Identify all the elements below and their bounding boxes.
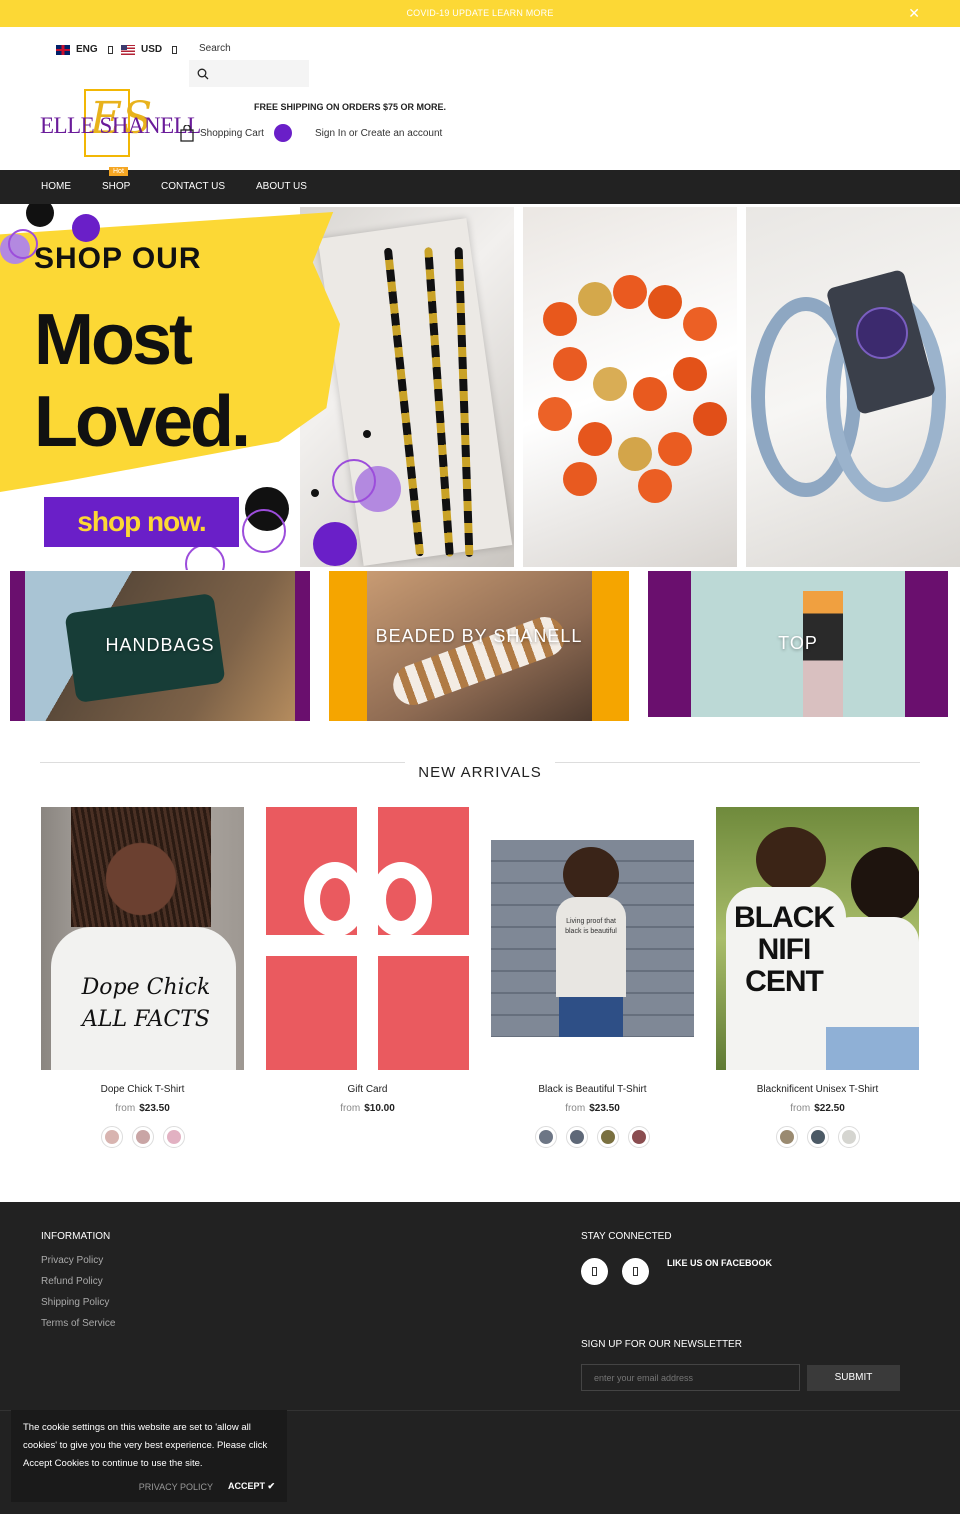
shirt-print-text: Dope Chick ALL FACTS xyxy=(81,975,211,1032)
currency-label: USD xyxy=(141,44,163,55)
product-card: BLACK NIFI CENT Blacknificent Unisex T-S… xyxy=(716,807,919,1148)
shirt-print-text: BLACK NIFI CENT xyxy=(734,901,835,998)
swatch[interactable] xyxy=(566,1126,588,1148)
facebook-icon[interactable] xyxy=(581,1258,608,1285)
product-price: from $10.00 xyxy=(340,1103,395,1114)
promo-heading-line-most: Most xyxy=(34,300,193,380)
promo-panel: SHOP OUR Most Loved. shop now. xyxy=(0,204,371,570)
site-logo[interactable]: ES ELLE SHANELL xyxy=(40,87,201,162)
swatch[interactable] xyxy=(162,1126,185,1148)
shopping-bag-icon xyxy=(180,124,194,142)
product-image-dope-chick[interactable]: Dope Chick ALL FACTS xyxy=(41,807,244,1070)
main-nav: HOME SHOP Hot CONTACT US ABOUT US xyxy=(0,167,960,204)
refund-policy-link[interactable]: Refund Policy xyxy=(41,1276,103,1287)
product-image-gift-card[interactable] xyxy=(266,807,469,1070)
free-shipping-notice: FREE SHIPPING ON ORDERS $75 OR MORE. xyxy=(254,102,447,112)
product-price: from $23.50 xyxy=(115,1103,170,1114)
search-icon[interactable] xyxy=(197,68,209,80)
category-label: HANDBAGS xyxy=(105,635,215,655)
facebook-like-text[interactable]: LIKE US ON FACEBOOK xyxy=(667,1258,772,1268)
information-heading: INFORMATION xyxy=(41,1231,111,1242)
shop-now-button[interactable]: shop now. xyxy=(44,497,239,547)
swatch[interactable] xyxy=(535,1126,557,1148)
dropdown-icon xyxy=(107,45,113,54)
cart-label: Shopping Cart xyxy=(200,127,264,139)
nav-shop[interactable]: SHOP xyxy=(102,181,130,192)
account-link[interactable]: Sign In or Create an account xyxy=(315,128,442,139)
stay-connected-heading: STAY CONNECTED xyxy=(581,1231,672,1242)
new-arrivals-heading: NEW ARRIVALS xyxy=(40,762,920,782)
category-label: TOP xyxy=(778,633,818,653)
search-box[interactable] xyxy=(189,60,309,87)
us-flag-icon xyxy=(121,44,135,55)
nav-home[interactable]: HOME xyxy=(41,181,71,192)
category-label: BEADED BY SHANELL xyxy=(375,626,583,646)
hero-banner[interactable]: SHOP OUR Most Loved. shop now. xyxy=(0,204,960,570)
promo-heading-small: SHOP OUR xyxy=(34,242,202,275)
announcement-text[interactable]: COVID-19 UPDATE LEARN MORE xyxy=(0,8,960,18)
product-image-blacknificent[interactable]: BLACK NIFI CENT xyxy=(716,807,919,1070)
product-name[interactable]: Dope Chick T-Shirt xyxy=(41,1084,244,1095)
swatch[interactable] xyxy=(806,1126,829,1148)
newsletter-heading: SIGN UP FOR OUR NEWSLETTER xyxy=(581,1339,742,1350)
cookie-message: The cookie settings on this website are … xyxy=(23,1422,268,1469)
dropdown-icon xyxy=(172,45,178,54)
product-price: from $23.50 xyxy=(565,1103,620,1114)
swatch[interactable] xyxy=(837,1126,860,1148)
product-image-black-beautiful[interactable]: Living proof that black is beautiful xyxy=(491,807,694,1070)
newsletter-submit-button[interactable]: SUBMIT xyxy=(807,1365,900,1391)
category-tiles: HANDBAGS BEADED BY SHANELL TOP xyxy=(0,571,960,721)
swatch[interactable] xyxy=(775,1126,798,1148)
hero-photo-orange-bracelet xyxy=(523,207,737,567)
promo-heading-large: Most Loved. xyxy=(34,299,251,463)
shirt-print-text: Living proof that black is beautiful xyxy=(565,918,617,935)
swatch[interactable] xyxy=(131,1126,154,1148)
category-beaded[interactable]: BEADED BY SHANELL xyxy=(329,571,629,721)
cart-count-badge xyxy=(273,124,292,142)
cookie-accept-button[interactable]: ACCEPT ✔ xyxy=(228,1481,275,1492)
nav-about[interactable]: ABOUT US xyxy=(256,181,307,192)
uk-flag-icon xyxy=(56,44,70,55)
color-swatches xyxy=(491,1126,694,1148)
product-price: from $22.50 xyxy=(790,1103,845,1114)
color-swatches xyxy=(41,1126,244,1148)
shopping-cart[interactable]: Shopping Cart xyxy=(180,124,292,142)
section-title: NEW ARRIVALS xyxy=(418,764,542,781)
hot-badge: Hot xyxy=(109,167,128,176)
close-icon[interactable]: ✕ xyxy=(908,5,920,22)
category-top[interactable]: TOP xyxy=(648,571,948,717)
privacy-policy-link[interactable]: Privacy Policy xyxy=(41,1255,103,1266)
product-name[interactable]: Black is Beautiful T-Shirt xyxy=(491,1084,694,1095)
language-label: ENG xyxy=(76,44,98,55)
search-label: Search xyxy=(199,43,231,54)
currency-selector[interactable]: USD xyxy=(121,44,178,55)
promo-heading-line-loved: Loved. xyxy=(34,382,251,462)
hero-photo-black-gold-bracelet xyxy=(300,207,514,567)
announcement-bar: COVID-19 UPDATE LEARN MORE ✕ xyxy=(0,0,960,27)
cookie-banner: The cookie settings on this website are … xyxy=(11,1410,287,1502)
newsletter-email-input[interactable] xyxy=(581,1364,800,1391)
logo-wordmark: ELLE SHANELL xyxy=(40,113,201,138)
product-card: Living proof that black is beautiful Bla… xyxy=(491,807,694,1148)
search-input[interactable] xyxy=(213,63,303,84)
product-name[interactable]: Gift Card xyxy=(266,1084,469,1095)
color-swatches xyxy=(716,1126,919,1148)
language-selector[interactable]: ENG xyxy=(56,44,113,55)
terms-of-service-link[interactable]: Terms of Service xyxy=(41,1318,115,1329)
swatch[interactable] xyxy=(628,1126,650,1148)
product-name[interactable]: Blacknificent Unisex T-Shirt xyxy=(716,1084,919,1095)
hero-photo-denim-hoops xyxy=(746,207,960,567)
swatch[interactable] xyxy=(597,1126,619,1148)
site-header: ENG USD Search ES ELLE SHANELL FREE SHIP… xyxy=(0,27,960,170)
nav-contact[interactable]: CONTACT US xyxy=(161,181,225,192)
category-handbags[interactable]: HANDBAGS xyxy=(10,571,310,721)
product-card: Gift Card from $10.00 xyxy=(266,807,469,1114)
swatch[interactable] xyxy=(100,1126,123,1148)
product-card: Dope Chick ALL FACTS Dope Chick T-Shirt … xyxy=(41,807,244,1148)
shipping-policy-link[interactable]: Shipping Policy xyxy=(41,1297,109,1308)
instagram-icon[interactable] xyxy=(622,1258,649,1285)
cookie-privacy-link[interactable]: PRIVACY POLICY xyxy=(139,1482,213,1492)
